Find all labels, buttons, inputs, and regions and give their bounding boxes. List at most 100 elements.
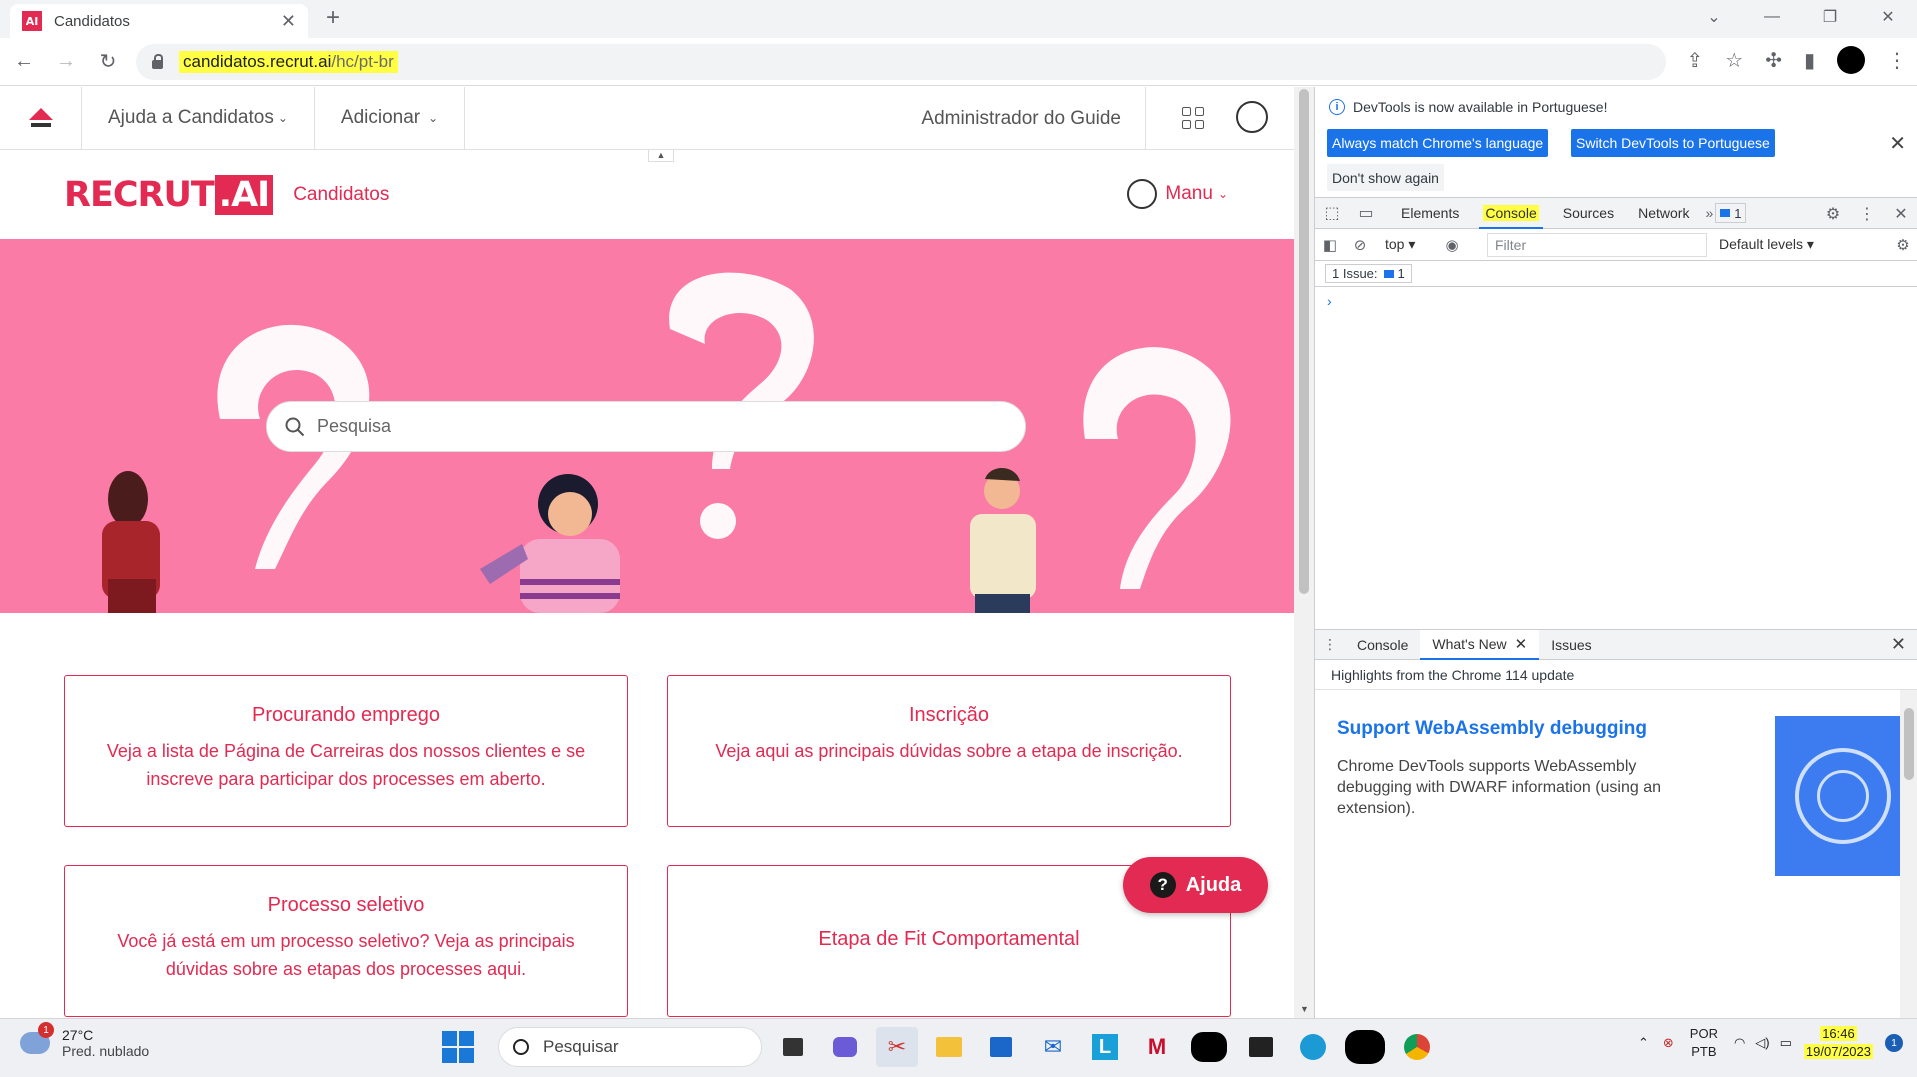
match-language-button[interactable]: Always match Chrome's language — [1327, 129, 1549, 157]
tray-overflow-icon[interactable]: ⌃ — [1638, 1035, 1649, 1051]
notification-badge[interactable]: 1 — [1885, 1034, 1903, 1052]
drawer-tab-console[interactable]: Console — [1345, 637, 1420, 653]
tab-console[interactable]: Console — [1471, 205, 1550, 229]
guide-menu-ajuda[interactable]: Ajuda a Candidatos ⌄ — [82, 87, 315, 150]
address-bar[interactable]: candidatos.recrut.ai/hc/pt-br — [136, 44, 1666, 80]
share-icon[interactable]: ⇪ — [1687, 48, 1704, 73]
terminal-icon[interactable] — [1240, 1027, 1282, 1067]
card-processo-seletivo[interactable]: Processo seletivo Você já está em um pro… — [64, 865, 628, 1017]
drawer-scrollbar[interactable] — [1900, 690, 1917, 1019]
devtools-menu-icon[interactable]: ⋮ — [1850, 204, 1884, 224]
site-section-link[interactable]: Candidatos — [293, 184, 389, 206]
language-indicator[interactable]: POR PTB — [1690, 1025, 1718, 1061]
windows-start-icon[interactable] — [442, 1031, 474, 1063]
url-text[interactable]: candidatos.recrut.ai/hc/pt-br — [179, 51, 398, 73]
edge-icon[interactable] — [1292, 1027, 1334, 1067]
user-menu[interactable]: Manu ⌄ — [1127, 179, 1228, 209]
store-icon[interactable] — [980, 1027, 1022, 1067]
tab-network[interactable]: Network — [1626, 205, 1701, 221]
browser-tab[interactable]: AI Candidatos ✕ — [10, 4, 308, 38]
whats-new-thumbnail[interactable] — [1775, 716, 1903, 876]
close-tab-icon[interactable]: ✕ — [1515, 635, 1528, 653]
card-description: Veja a lista de Página de Carreiras dos … — [106, 741, 586, 789]
apps-grid-icon[interactable] — [1182, 107, 1204, 129]
new-tab-icon[interactable]: + — [326, 4, 340, 32]
settings-gear-icon[interactable]: ⚙ — [1816, 204, 1850, 224]
console-prompt[interactable]: › — [1327, 293, 1332, 309]
profile-avatar[interactable] — [1837, 46, 1865, 74]
guide-menu-adicionar[interactable]: Adicionar ⌄ — [315, 87, 466, 150]
tab-search-icon[interactable]: ⌄ — [1685, 7, 1743, 27]
menu-kebab-icon[interactable]: ⋮ — [1887, 48, 1907, 73]
site-logo[interactable]: RECRUT .AI — [64, 175, 274, 215]
whats-new-title[interactable]: Support WebAssembly debugging — [1337, 718, 1647, 740]
card-procurando-emprego[interactable]: Procurando emprego Veja a lista de Págin… — [64, 675, 628, 827]
volume-icon[interactable]: ◁) — [1755, 1035, 1769, 1051]
admin-avatar[interactable] — [1236, 101, 1268, 133]
clear-console-icon[interactable]: ⊘ — [1345, 236, 1375, 254]
issues-chip[interactable]: 1 Issue: 1 — [1325, 264, 1412, 283]
close-devtools-icon[interactable]: ✕ — [1884, 204, 1917, 224]
search-input[interactable] — [317, 416, 917, 437]
guide-admin-link[interactable]: Administrador do Guide — [921, 87, 1146, 150]
scroll-down-icon[interactable]: ▼ — [1300, 1004, 1309, 1014]
clock[interactable]: 16:46 19/07/2023 — [1803, 1025, 1873, 1061]
drawer-tab-whats-new[interactable]: What's New ✕ — [1420, 629, 1540, 660]
network-warning-icon[interactable]: ⊗ — [1663, 1035, 1674, 1051]
drawer-tab-issues[interactable]: Issues — [1539, 637, 1603, 653]
taskbar-search[interactable]: Pesquisar — [498, 1027, 762, 1067]
lock-icon[interactable] — [152, 53, 163, 69]
back-icon[interactable]: ← — [6, 50, 42, 73]
close-notice-icon[interactable]: ✕ — [1889, 131, 1906, 156]
console-settings-icon[interactable]: ⚙ — [1888, 236, 1917, 254]
issues-badge[interactable]: 1 — [1715, 203, 1747, 223]
hero-search-box[interactable] — [266, 401, 1026, 452]
extensions-icon[interactable]: ✣ — [1765, 48, 1782, 73]
hidden-app-icon[interactable] — [1188, 1027, 1230, 1067]
inspect-element-icon[interactable]: ⬚ — [1315, 203, 1349, 223]
close-tab-icon[interactable]: ✕ — [281, 11, 296, 32]
snipping-tool-icon[interactable]: ✂ — [876, 1027, 918, 1067]
forward-icon[interactable]: → — [48, 50, 84, 73]
task-view-icon[interactable] — [772, 1027, 814, 1067]
bookmark-star-icon[interactable]: ☆ — [1725, 48, 1743, 73]
side-panel-icon[interactable]: ▮ — [1804, 48, 1815, 73]
close-window-icon[interactable]: ✕ — [1859, 7, 1917, 27]
devtools-panel: i DevTools is now available in Portugues… — [1314, 87, 1917, 1019]
restore-icon[interactable]: ❐ — [1801, 7, 1859, 27]
close-drawer-icon[interactable]: ✕ — [1891, 634, 1906, 655]
page-scrollbar-thumb[interactable] — [1299, 89, 1309, 594]
chrome-icon[interactable] — [1396, 1027, 1438, 1067]
drawer-menu-icon[interactable]: ⋮ — [1315, 636, 1345, 653]
minimize-icon[interactable]: — — [1743, 8, 1801, 26]
page-scrollbar[interactable]: ▼ — [1294, 87, 1314, 1018]
reload-icon[interactable]: ↻ — [90, 49, 126, 74]
card-inscricao[interactable]: Inscrição Veja aqui as principais dúvida… — [667, 675, 1231, 827]
tab-elements[interactable]: Elements — [1389, 205, 1471, 221]
more-tabs-icon[interactable]: » — [1705, 205, 1713, 221]
chevron-down-icon: ⌄ — [428, 111, 439, 125]
wifi-icon[interactable]: ◠ — [1734, 1035, 1745, 1051]
mail-icon[interactable]: ✉ — [1032, 1027, 1074, 1067]
mcafee-icon[interactable]: M — [1136, 1027, 1178, 1067]
sidebar-toggle-icon[interactable]: ◧ — [1315, 236, 1345, 254]
app-l-icon[interactable]: L — [1084, 1027, 1126, 1067]
tab-sources[interactable]: Sources — [1551, 205, 1626, 221]
help-widget-button[interactable]: ? Ajuda — [1123, 857, 1268, 913]
log-levels-dropdown[interactable]: Default levels ▾ — [1719, 236, 1814, 253]
file-explorer-icon[interactable] — [928, 1027, 970, 1067]
drawer-scrollbar-thumb[interactable] — [1904, 708, 1914, 780]
battery-icon[interactable]: ▭ — [1780, 1035, 1792, 1051]
url-path: /hc/pt-br — [331, 52, 394, 71]
chat-icon[interactable] — [824, 1027, 866, 1067]
context-selector[interactable]: top ▾ — [1385, 236, 1437, 253]
hidden-app-icon[interactable] — [1344, 1027, 1386, 1067]
guide-logo-icon[interactable] — [0, 87, 82, 150]
weather-widget[interactable]: 1 27°C Pred. nublado — [20, 1022, 149, 1059]
system-tray: ⌃ ⊗ POR PTB ◠ ◁) ▭ 16:46 19/07/2023 1 — [1638, 1025, 1903, 1061]
live-expression-eye-icon[interactable]: ◉ — [1437, 236, 1467, 254]
device-toolbar-icon[interactable]: ▭ — [1349, 203, 1383, 223]
console-filter-input[interactable]: Filter — [1487, 232, 1707, 257]
dont-show-again-button[interactable]: Don't show again — [1327, 164, 1444, 191]
switch-language-button[interactable]: Switch DevTools to Portuguese — [1571, 129, 1775, 157]
